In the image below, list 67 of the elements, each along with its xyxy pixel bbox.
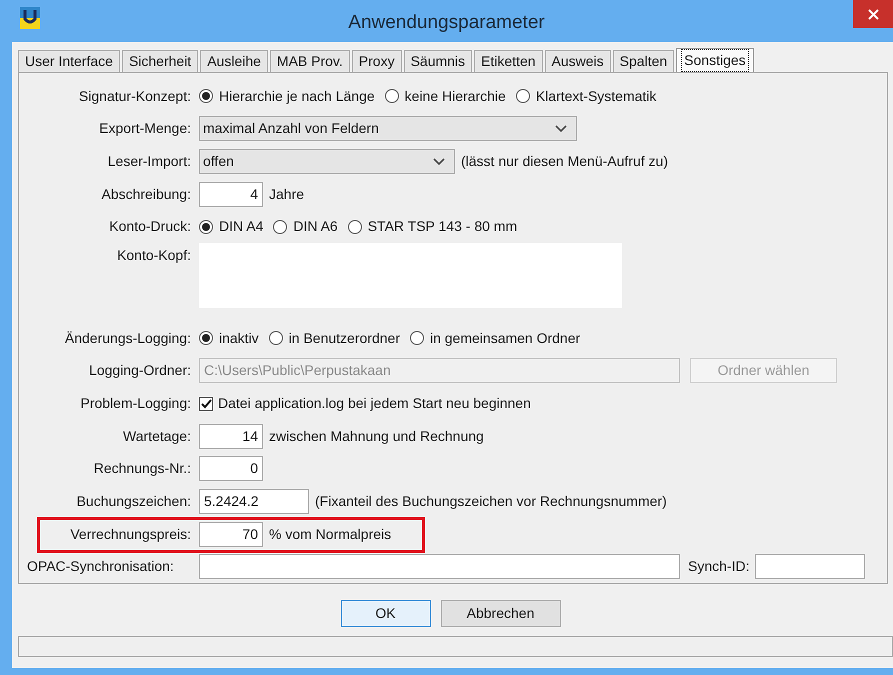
field-label: Export-Menge: [98, 119, 191, 138]
dropdown[interactable]: maximal Anzahl von Feldern [199, 116, 577, 142]
window-title: Anwendungsparameter [348, 11, 545, 35]
field-label: Konto-Druck: [108, 217, 191, 236]
radio-label[interactable]: in gemeinsamen Ordner [430, 328, 580, 349]
field-label: Änderungs-Logging: [64, 328, 191, 348]
field-label: OPAC-Synchronisation: [26, 557, 175, 576]
field-label: Rechnungs-Nr.: [92, 459, 191, 478]
tab[interactable]: Sonstiges [676, 48, 754, 72]
hint-text: Jahre [269, 184, 304, 204]
chevron-down-icon [555, 124, 567, 133]
tab[interactable]: User Interface [18, 50, 120, 72]
checkbox[interactable] [199, 396, 213, 411]
input-field[interactable] [755, 554, 866, 580]
radio-button[interactable] [199, 331, 213, 346]
field-label: Verrechnungspreis: [69, 524, 191, 544]
chevron-down-icon [433, 158, 445, 166]
tab[interactable]: MAB Prov. [270, 50, 350, 72]
tab[interactable]: Ausweis [544, 50, 611, 72]
input-field[interactable]: 70 [199, 522, 263, 547]
input-field[interactable] [199, 554, 680, 580]
hint-text: (Fixanteil des Buchungszeichen vor Rechnungsnummer) [315, 492, 667, 511]
field-label: Problem-Logging: [79, 394, 191, 414]
radio-button[interactable] [516, 89, 530, 104]
radio-label[interactable]: DIN A6 [293, 216, 338, 238]
tab[interactable]: Sicherheit [122, 50, 198, 72]
field-label: Leser-Import: [106, 152, 191, 172]
field-label: Konto-Kopf: [116, 246, 191, 266]
field-label: Wartetage: [122, 426, 191, 446]
radio-label[interactable]: keine Hierarchie [404, 86, 506, 107]
radio-button[interactable] [199, 89, 213, 104]
field-label: Buchungszeichen: [76, 492, 191, 511]
radio-label[interactable]: inaktiv [219, 328, 259, 349]
tab[interactable]: Säumnis [404, 50, 472, 72]
input-field[interactable]: 14 [199, 424, 263, 449]
hint-text: zwischen Mahnung und Rechnung [269, 426, 484, 446]
input-field[interactable]: 5.2424.2 [199, 488, 309, 514]
hint-text: (lässt nur diesen Menü-Aufruf zu) [461, 152, 668, 172]
radio-button[interactable] [273, 220, 288, 234]
radio-label[interactable]: STAR TSP 143 - 80 mm [368, 216, 518, 238]
dropdown[interactable]: offen [199, 149, 455, 174]
app-logo-icon [20, 7, 40, 29]
tab[interactable]: Proxy [352, 50, 402, 72]
field-label: Signatur-Konzept: [78, 86, 191, 106]
radio-label[interactable]: Klartext-Systematik [536, 86, 656, 107]
field-label: Logging-Ordner: [88, 361, 191, 380]
tab[interactable]: Ausleihe [200, 50, 268, 72]
radio-button[interactable] [268, 331, 283, 346]
radio-button[interactable] [384, 89, 399, 104]
field-label: Abschreibung: [100, 184, 191, 204]
radio-button[interactable] [199, 220, 213, 234]
radio-label[interactable]: in Benutzerordner [288, 328, 400, 349]
input-field[interactable]: 0 [199, 456, 263, 482]
field-label: Synch-ID: [688, 557, 750, 576]
hint-text: % vom Normalpreis [269, 524, 392, 544]
radio-label[interactable]: DIN A4 [219, 216, 264, 238]
close-icon [868, 8, 878, 20]
checkbox-label[interactable]: Datei application.log bei jedem Start neu beginnen [218, 393, 531, 414]
dialog-button[interactable]: Abbrechen [440, 600, 560, 627]
tab[interactable]: Etiketten [474, 50, 543, 72]
tab[interactable]: Spalten [612, 50, 674, 72]
radio-label[interactable]: Hierarchie je nach Länge [219, 86, 375, 107]
close-button[interactable] [853, 0, 893, 28]
radio-button[interactable] [410, 331, 424, 346]
radio-button[interactable] [348, 220, 362, 234]
input-field[interactable]: 4 [199, 182, 263, 207]
dialog-button[interactable]: OK [340, 600, 430, 627]
